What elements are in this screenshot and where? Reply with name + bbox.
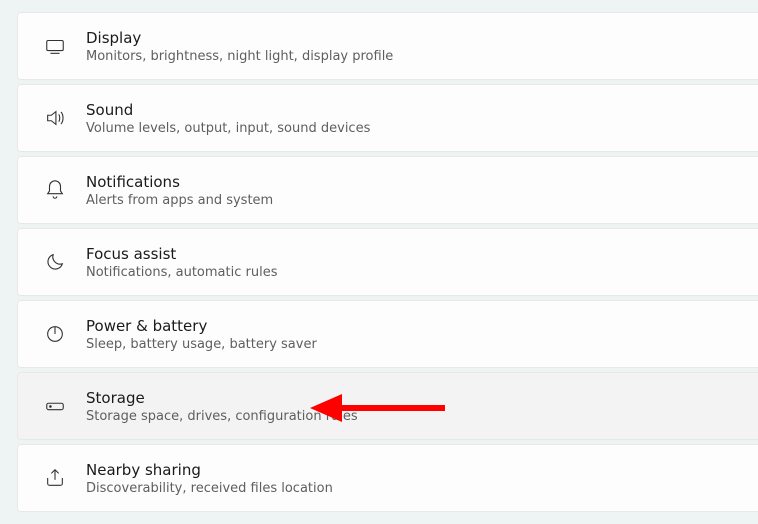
setting-item-description: Alerts from apps and system	[86, 193, 740, 208]
setting-item-description: Sleep, battery usage, battery saver	[86, 337, 740, 352]
bell-icon	[32, 179, 78, 201]
setting-item-description: Storage space, drives, configuration rul…	[86, 409, 740, 424]
setting-item-title: Focus assist	[86, 245, 740, 263]
setting-item-text: Power & battery Sleep, battery usage, ba…	[78, 317, 740, 352]
system-settings-list: Display Monitors, brightness, night ligh…	[0, 0, 758, 524]
setting-item-text: Sound Volume levels, output, input, soun…	[78, 101, 740, 136]
setting-item-notifications[interactable]: Notifications Alerts from apps and syste…	[17, 156, 758, 224]
setting-item-title: Power & battery	[86, 317, 740, 335]
drive-icon	[32, 395, 78, 417]
setting-item-text: Focus assist Notifications, automatic ru…	[78, 245, 740, 280]
setting-item-nearby-sharing[interactable]: Nearby sharing Discoverability, received…	[17, 444, 758, 512]
power-icon	[32, 323, 78, 345]
setting-item-power-battery[interactable]: Power & battery Sleep, battery usage, ba…	[17, 300, 758, 368]
setting-item-text: Notifications Alerts from apps and syste…	[78, 173, 740, 208]
setting-item-title: Nearby sharing	[86, 461, 740, 479]
share-icon	[32, 467, 78, 489]
display-icon	[32, 35, 78, 57]
setting-item-title: Display	[86, 29, 740, 47]
setting-item-storage[interactable]: Storage Storage space, drives, configura…	[17, 372, 758, 440]
setting-item-text: Storage Storage space, drives, configura…	[78, 389, 740, 424]
setting-item-title: Storage	[86, 389, 740, 407]
moon-icon	[32, 251, 78, 273]
sound-icon	[32, 107, 78, 129]
setting-item-text: Nearby sharing Discoverability, received…	[78, 461, 740, 496]
setting-item-description: Notifications, automatic rules	[86, 265, 740, 280]
setting-item-title: Notifications	[86, 173, 740, 191]
setting-item-description: Volume levels, output, input, sound devi…	[86, 121, 740, 136]
setting-item-description: Discoverability, received files location	[86, 481, 740, 496]
setting-item-title: Sound	[86, 101, 740, 119]
setting-item-focus-assist[interactable]: Focus assist Notifications, automatic ru…	[17, 228, 758, 296]
setting-item-display[interactable]: Display Monitors, brightness, night ligh…	[17, 12, 758, 80]
setting-item-description: Monitors, brightness, night light, displ…	[86, 49, 740, 64]
setting-item-text: Display Monitors, brightness, night ligh…	[78, 29, 740, 64]
setting-item-sound[interactable]: Sound Volume levels, output, input, soun…	[17, 84, 758, 152]
